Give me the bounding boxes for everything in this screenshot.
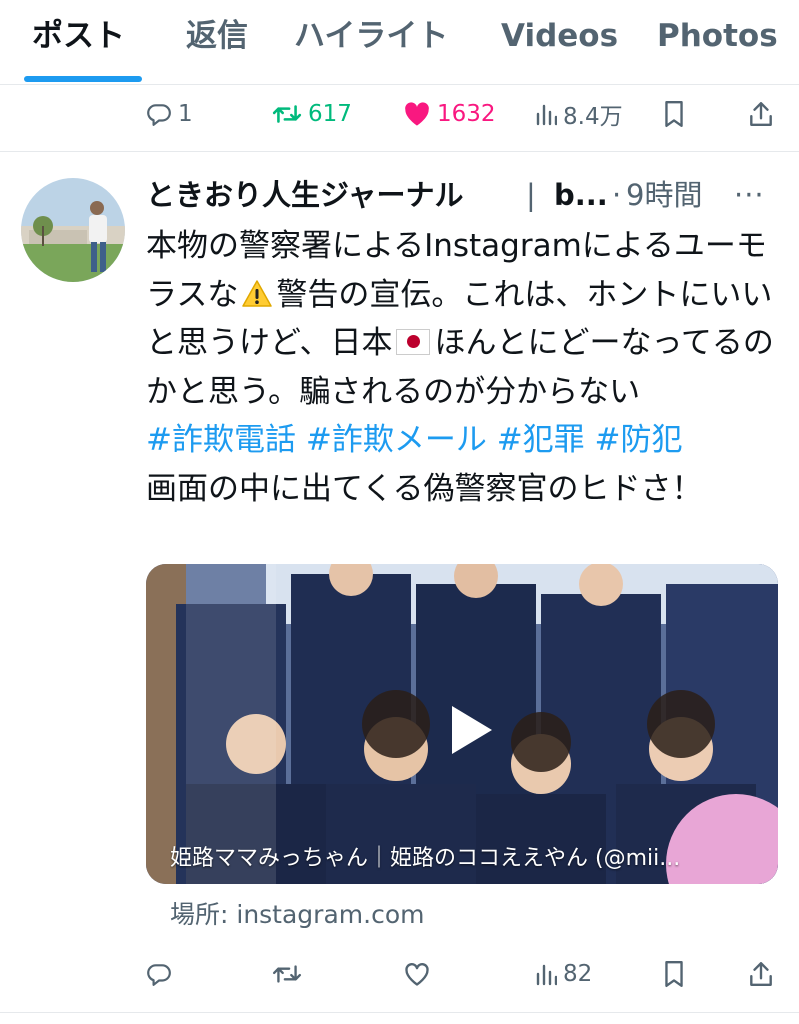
tab-highlights[interactable]: ハイライト	[294, 16, 448, 56]
heart-icon	[405, 102, 429, 126]
retweet-icon	[272, 105, 302, 123]
retweet-button[interactable]	[272, 954, 308, 994]
prev-post-actions: 1 617 1632 8.4万	[0, 94, 799, 134]
views-icon	[536, 964, 557, 986]
share-button[interactable]	[748, 954, 774, 994]
post-time[interactable]: 9時間	[626, 174, 702, 216]
play-button[interactable]	[434, 698, 498, 762]
active-tab-indicator	[24, 76, 142, 82]
retweet-count: 617	[308, 101, 352, 127]
hashtag-link[interactable]: #詐欺メール	[306, 422, 487, 458]
play-icon	[452, 706, 492, 754]
tab-replies[interactable]: 返信	[186, 16, 248, 56]
japan-flag-icon	[396, 329, 431, 355]
time-dot: ·	[612, 178, 622, 212]
avatar[interactable]	[21, 178, 125, 282]
bookmark-button[interactable]	[663, 94, 685, 134]
views-icon	[536, 104, 557, 126]
heart-icon	[405, 963, 429, 986]
retweet-button[interactable]: 617	[272, 94, 352, 134]
reply-button[interactable]	[146, 954, 178, 994]
bookmark-icon	[665, 960, 683, 988]
display-name[interactable]: ときおり人生ジャーナル	[146, 174, 464, 216]
post-divider	[0, 1012, 799, 1013]
more-options-button[interactable]: ···	[734, 174, 765, 216]
hashtag-link[interactable]: #防犯	[595, 422, 683, 458]
post-divider	[0, 151, 799, 152]
tab-videos[interactable]: Videos	[501, 16, 618, 56]
media-caption: 姫路ママみっちゃん｜姫路のココええやん (@mii...	[170, 846, 681, 871]
like-button[interactable]	[403, 954, 437, 994]
reply-icon	[147, 104, 171, 126]
bookmark-icon	[665, 100, 683, 128]
views-count: 8.4万	[563, 104, 623, 130]
tweet-actions: 82	[0, 954, 799, 994]
reply-button[interactable]: 1	[146, 94, 193, 134]
retweet-icon	[272, 965, 302, 983]
share-icon	[750, 962, 772, 986]
hashtag-link[interactable]: #詐欺電話	[146, 422, 296, 458]
views-count: 82	[563, 961, 593, 987]
bookmark-button[interactable]	[663, 954, 685, 994]
views-button[interactable]: 8.4万	[535, 94, 623, 134]
share-icon	[750, 102, 772, 126]
tweet-text: 本物の警察署によるInstagramによるユーモラスな 警告の宣伝。これは、ホント…	[146, 222, 786, 513]
reply-icon	[147, 964, 171, 986]
media-source-link[interactable]: 場所: instagram.com	[170, 898, 424, 932]
tweet-text-part: 画面の中に出てくる偽警察官のヒドさ！	[146, 470, 703, 507]
views-button[interactable]: 82	[535, 954, 592, 994]
hashtag-link[interactable]: #犯罪	[497, 422, 585, 458]
share-button[interactable]	[748, 94, 774, 134]
name-separator: |	[526, 178, 536, 212]
tweet-header: ときおり人生ジャーナル | b... · 9時間 ···	[146, 174, 786, 216]
tab-posts[interactable]: ポスト	[32, 16, 125, 56]
warning-emoji-icon	[242, 275, 273, 307]
tab-photos[interactable]: Photos	[657, 16, 778, 56]
like-count: 1632	[437, 101, 496, 127]
reply-count: 1	[178, 101, 193, 127]
profile-tab-bar: ポスト 返信 ハイライト Videos Photos	[0, 0, 799, 85]
user-handle[interactable]: b...	[554, 174, 608, 216]
like-button[interactable]: 1632	[403, 94, 496, 134]
